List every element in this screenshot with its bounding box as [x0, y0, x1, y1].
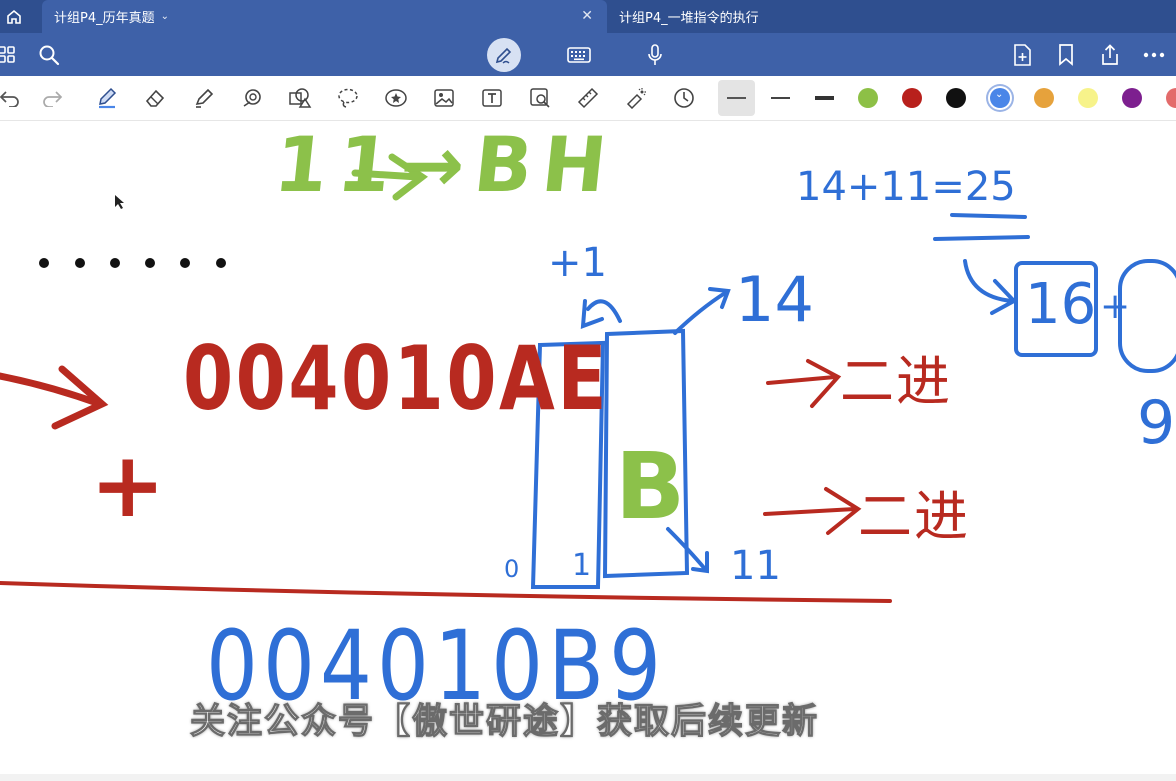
red-arrow-binary-1	[766, 359, 842, 408]
sticker-shapes-icon[interactable]	[288, 86, 312, 110]
home-button[interactable]	[0, 0, 28, 33]
color-swatch-orange[interactable]	[1034, 88, 1054, 108]
lasso-icon[interactable]	[336, 86, 360, 110]
note-11: 11	[730, 543, 781, 589]
note-canvas[interactable]: 11→BH 004010AE + B 004010B9 +1 14 11 0 1…	[0, 120, 1176, 776]
color-swatch-blue[interactable]: ⌄	[990, 88, 1010, 108]
star-sticker-icon[interactable]	[384, 86, 408, 110]
color-swatch-yellow[interactable]	[1078, 88, 1098, 108]
binary-note-1: 二进	[840, 350, 952, 413]
color-swatch-green[interactable]	[858, 88, 878, 108]
microphone-icon[interactable]	[642, 42, 668, 68]
carry-plus-one: +1	[548, 240, 607, 286]
color-swatch-purple[interactable]	[1122, 88, 1142, 108]
more-icon[interactable]	[1141, 42, 1167, 68]
stroke-width-medium[interactable]	[762, 80, 799, 116]
green-b: B	[615, 433, 686, 540]
box-plus: +	[1100, 286, 1131, 327]
double-underline	[933, 213, 1030, 241]
close-icon[interactable]: ✕	[581, 8, 593, 24]
eraser-icon[interactable]	[143, 86, 167, 110]
stroke-width-thick[interactable]	[806, 80, 843, 116]
ruler-icon[interactable]	[576, 86, 600, 110]
tab-label: 计组P4_历年真题	[54, 11, 155, 26]
bottom-strip	[0, 774, 1176, 781]
tab-history-exams[interactable]: 计组P4_历年真题 ⌄ ✕	[42, 0, 607, 33]
stroke-width-thin[interactable]	[718, 80, 755, 116]
green-note-11-bh: 11→BH	[270, 120, 621, 209]
pen-mode-icon	[495, 47, 512, 64]
tab-instruction-execution[interactable]: 计组P4_一堆指令的执行	[607, 0, 1007, 33]
binary-note-2: 二进	[858, 485, 970, 548]
arrow-to-16	[963, 259, 1018, 315]
color-swatch-black[interactable]	[946, 88, 966, 108]
note-9: 9	[1137, 388, 1176, 458]
tab-label: 计组P4_一堆指令的执行	[619, 11, 759, 26]
chevron-down-icon[interactable]: ⌄	[161, 11, 169, 22]
arrow-to-14	[673, 287, 731, 335]
pen-mode-button[interactable]	[487, 38, 521, 72]
document-header	[0, 33, 1176, 76]
cursor-icon	[115, 195, 124, 209]
carry-zero: 0	[504, 555, 520, 583]
carry-arrow	[580, 299, 622, 329]
grid-icon[interactable]	[0, 42, 20, 68]
laser-icon[interactable]	[624, 86, 648, 110]
share-icon[interactable]	[1097, 42, 1123, 68]
undo-icon[interactable]	[0, 86, 22, 110]
sum-note: 14+11=25	[796, 164, 1016, 210]
scan-icon[interactable]	[528, 86, 552, 110]
keyboard-icon[interactable]	[566, 42, 592, 68]
red-hex-number: 004010AE	[183, 327, 610, 430]
note-14: 14	[735, 263, 814, 336]
color-swatch-red[interactable]	[902, 88, 922, 108]
video-caption: 关注公众号【傲世研途】获取后续更新	[189, 701, 820, 742]
add-page-icon[interactable]	[1009, 42, 1035, 68]
shape-icon[interactable]	[240, 86, 264, 110]
pen-icon[interactable]	[95, 86, 119, 110]
text-icon[interactable]	[480, 86, 504, 110]
box-16-label: 16	[1025, 272, 1097, 337]
red-arrow-left	[0, 365, 109, 430]
red-arrow-binary-2	[763, 487, 862, 535]
ellipsis-dots	[39, 258, 226, 268]
tab-bar: 计组P4_历年真题 ⌄ ✕ 计组P4_一堆指令的执行	[0, 0, 1176, 33]
bookmark-icon[interactable]	[1053, 42, 1079, 68]
home-icon	[7, 9, 21, 24]
redo-icon[interactable]	[40, 86, 64, 110]
plus-sign: +	[90, 433, 166, 538]
carry-one: 1	[572, 548, 592, 583]
clock-icon[interactable]	[672, 86, 696, 110]
chevron-down-icon: ⌄	[995, 89, 1004, 100]
image-icon[interactable]	[432, 86, 456, 110]
search-icon[interactable]	[36, 42, 62, 68]
highlighter-icon[interactable]	[192, 86, 216, 110]
